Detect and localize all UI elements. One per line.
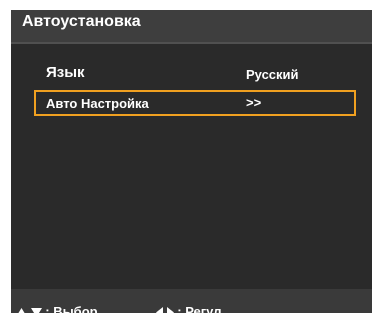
title-divider: [11, 42, 372, 44]
footer-adjust-hint: : Регул.: [156, 304, 225, 320]
left-triangle-icon: [156, 307, 163, 319]
menu-item-value: Русский: [246, 67, 299, 82]
menu-item-label: Язык: [46, 64, 85, 81]
up-triangle-icon: [16, 308, 27, 318]
footer-adjust-label: : Регул.: [177, 304, 226, 319]
right-triangle-icon: [166, 307, 174, 319]
down-triangle-icon: [30, 308, 42, 318]
menu-item-auto-tuning[interactable]: Авто Настройка >>: [34, 90, 356, 116]
menu-item-language[interactable]: Язык Русский: [34, 62, 356, 88]
menu-panel: [11, 10, 372, 313]
footer-select-hint: : Выбор: [16, 304, 98, 320]
menu-title: Автоустановка: [22, 13, 141, 30]
osd-screen: Автоустановка Язык Русский Авто Настройк…: [0, 0, 382, 323]
footer-select-label: : Выбор: [45, 304, 98, 319]
menu-item-value: >>: [246, 95, 262, 110]
menu-item-label: Авто Настройка: [46, 96, 149, 111]
